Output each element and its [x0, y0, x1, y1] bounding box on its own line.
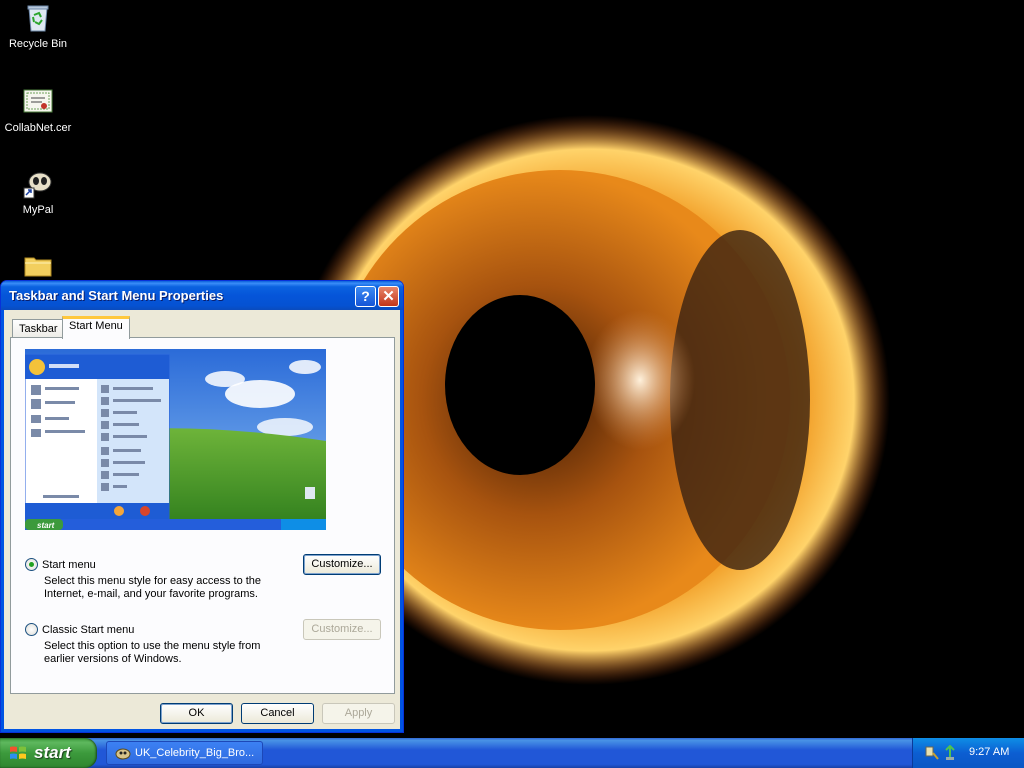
- video-file-icon: [115, 748, 131, 760]
- apply-button[interactable]: Apply: [322, 703, 395, 724]
- certificate-icon: [22, 86, 54, 118]
- close-button[interactable]: ✕: [378, 286, 399, 307]
- network-tray-icon[interactable]: [925, 745, 939, 761]
- dialog-title: Taskbar and Start Menu Properties: [9, 288, 224, 303]
- ok-button[interactable]: OK: [160, 703, 233, 724]
- start-menu-preview: start: [25, 349, 326, 530]
- mypal-shortcut-icon: [22, 168, 54, 200]
- start-label: start: [34, 743, 71, 762]
- taskbar-item[interactable]: UK_Celebrity_Big_Bro...: [106, 741, 263, 765]
- preview-start-label: start: [37, 521, 55, 530]
- classic-start-menu-option[interactable]: Classic Start menu: [25, 623, 134, 636]
- start-menu-option[interactable]: Start menu: [25, 558, 96, 571]
- safely-remove-hardware-icon[interactable]: [943, 745, 957, 761]
- help-button[interactable]: ?: [355, 286, 376, 307]
- classic-start-menu-radio[interactable]: [25, 623, 38, 636]
- taskbar-item-label: UK_Celebrity_Big_Bro...: [135, 747, 255, 759]
- start-menu-radio[interactable]: [25, 558, 38, 571]
- taskbar: start UK_Celebrity_Big_Bro... 9:27 AM: [0, 738, 1024, 768]
- clock[interactable]: 9:27 AM: [969, 746, 1009, 758]
- classic-start-menu-description: Select this option to use the menu style…: [44, 640, 261, 665]
- desktop-icon-collabnet-cer[interactable]: CollabNet.cer: [0, 86, 76, 135]
- desktop-icon-recycle-bin[interactable]: Recycle Bin: [0, 2, 76, 51]
- start-button[interactable]: start: [0, 738, 97, 768]
- system-tray: 9:27 AM: [912, 738, 1024, 768]
- desktop-icon-label: MyPal: [22, 204, 54, 216]
- title-bar[interactable]: Taskbar and Start Menu Properties ? ✕: [1, 281, 403, 310]
- customize-classic-menu-button[interactable]: Customize...: [303, 619, 381, 640]
- start-menu-radio-label[interactable]: Start menu: [42, 559, 96, 571]
- classic-start-menu-radio-label[interactable]: Classic Start menu: [42, 624, 134, 636]
- tab-start-menu[interactable]: Start Menu: [62, 316, 130, 339]
- tab-taskbar[interactable]: Taskbar: [12, 319, 65, 338]
- start-menu-description: Select this menu style for easy access t…: [44, 575, 262, 600]
- desktop-icon-label: Recycle Bin: [8, 38, 68, 50]
- cancel-button[interactable]: Cancel: [241, 703, 314, 724]
- desktop-icon-label: CollabNet.cer: [4, 122, 72, 134]
- recycle-bin-icon: [22, 2, 54, 34]
- windows-flag-icon: [10, 746, 26, 759]
- taskbar-start-menu-properties-dialog: Taskbar and Start Menu Properties ? ✕ Ta…: [0, 280, 404, 733]
- customize-start-menu-button[interactable]: Customize...: [303, 554, 381, 575]
- folder-icon: [22, 250, 54, 282]
- start-menu-tab-panel: start Start menu Select this menu style …: [10, 337, 395, 694]
- desktop-icon-mypal[interactable]: MyPal: [0, 168, 76, 217]
